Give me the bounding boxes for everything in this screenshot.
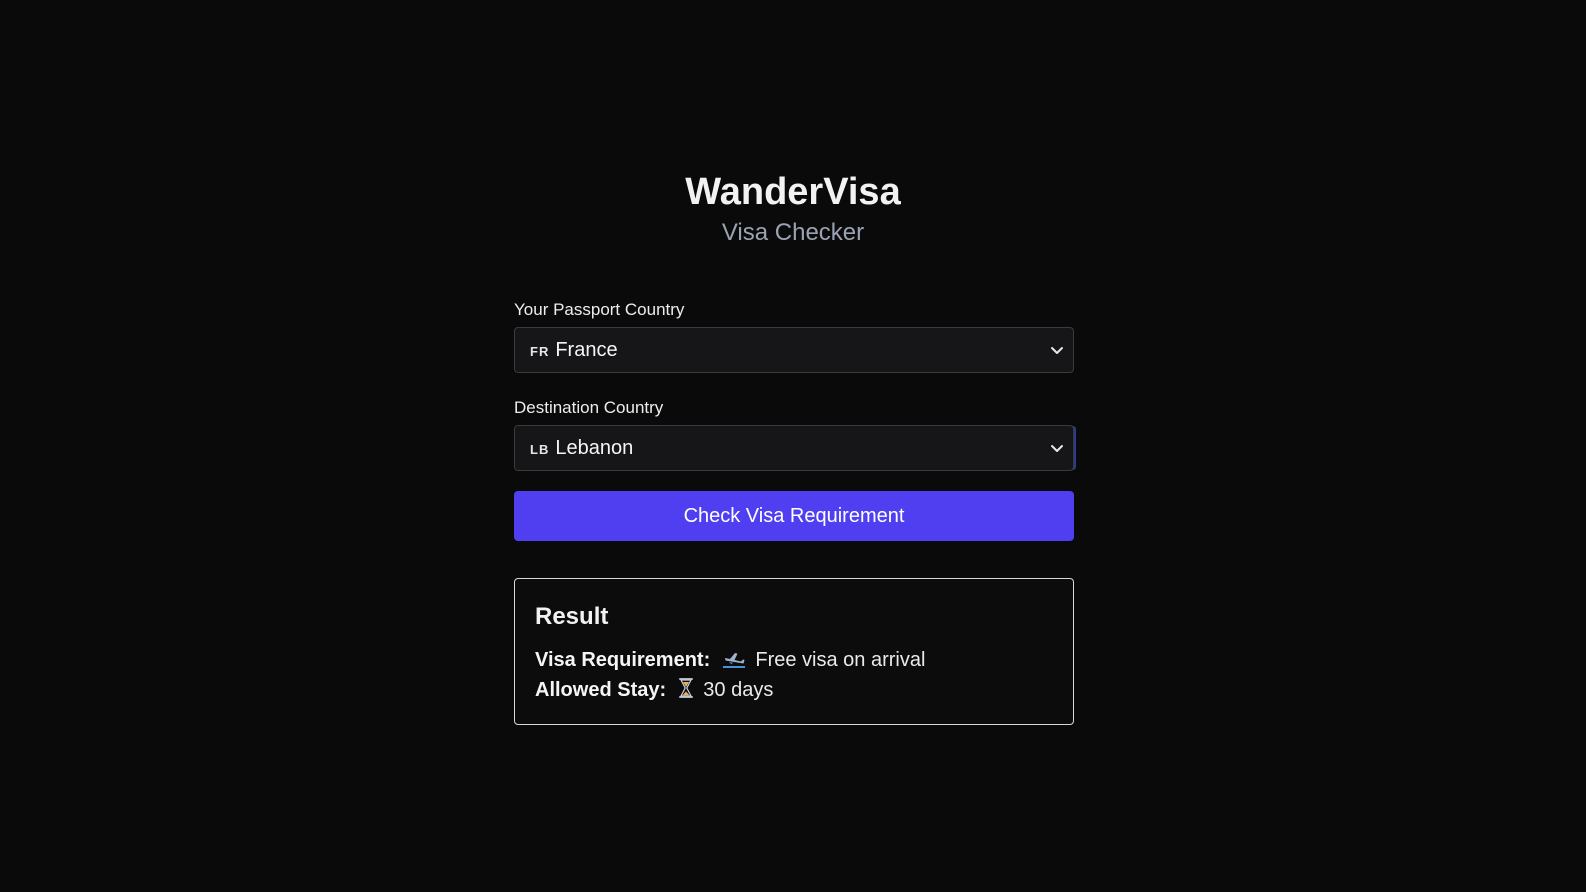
allowed-stay-label: Allowed Stay: bbox=[535, 679, 667, 701]
passport-country-value: France bbox=[555, 338, 618, 361]
visa-form: Your Passport Country FR France Destinat… bbox=[514, 300, 1074, 541]
check-visa-button[interactable]: Check Visa Requirement bbox=[514, 491, 1074, 541]
destination-country-label: Destination Country bbox=[514, 398, 664, 417]
allowed-stay-value: 30 days bbox=[703, 679, 774, 701]
page: WanderVisa Visa Checker Your Passport Co… bbox=[0, 0, 1586, 892]
france-flag-icon: FR bbox=[530, 344, 550, 359]
result-heading: Result bbox=[535, 603, 609, 630]
visa-requirement-value: Free visa on arrival bbox=[755, 649, 926, 671]
hourglass-icon bbox=[678, 678, 693, 698]
airplane-arrival-icon bbox=[722, 653, 745, 668]
visa-requirement-label: Visa Requirement: bbox=[535, 649, 711, 671]
app-title: WanderVisa bbox=[685, 171, 901, 213]
destination-country-select[interactable]: LB Lebanon bbox=[514, 425, 1074, 471]
destination-country-value: Lebanon bbox=[555, 436, 634, 459]
chevron-down-icon bbox=[1051, 445, 1063, 452]
app-subtitle: Visa Checker bbox=[721, 219, 865, 246]
chevron-down-icon bbox=[1051, 347, 1063, 354]
result-card: Result Visa Requirement: Free visa on ar… bbox=[514, 578, 1074, 725]
passport-country-select[interactable]: FR France bbox=[514, 327, 1074, 373]
visa-requirement-row: Visa Requirement: Free visa on arrival bbox=[535, 645, 1053, 675]
lebanon-flag-icon: LB bbox=[530, 442, 550, 457]
allowed-stay-row: Allowed Stay: 30 days bbox=[535, 675, 1053, 705]
passport-country-label: Your Passport Country bbox=[514, 300, 685, 319]
